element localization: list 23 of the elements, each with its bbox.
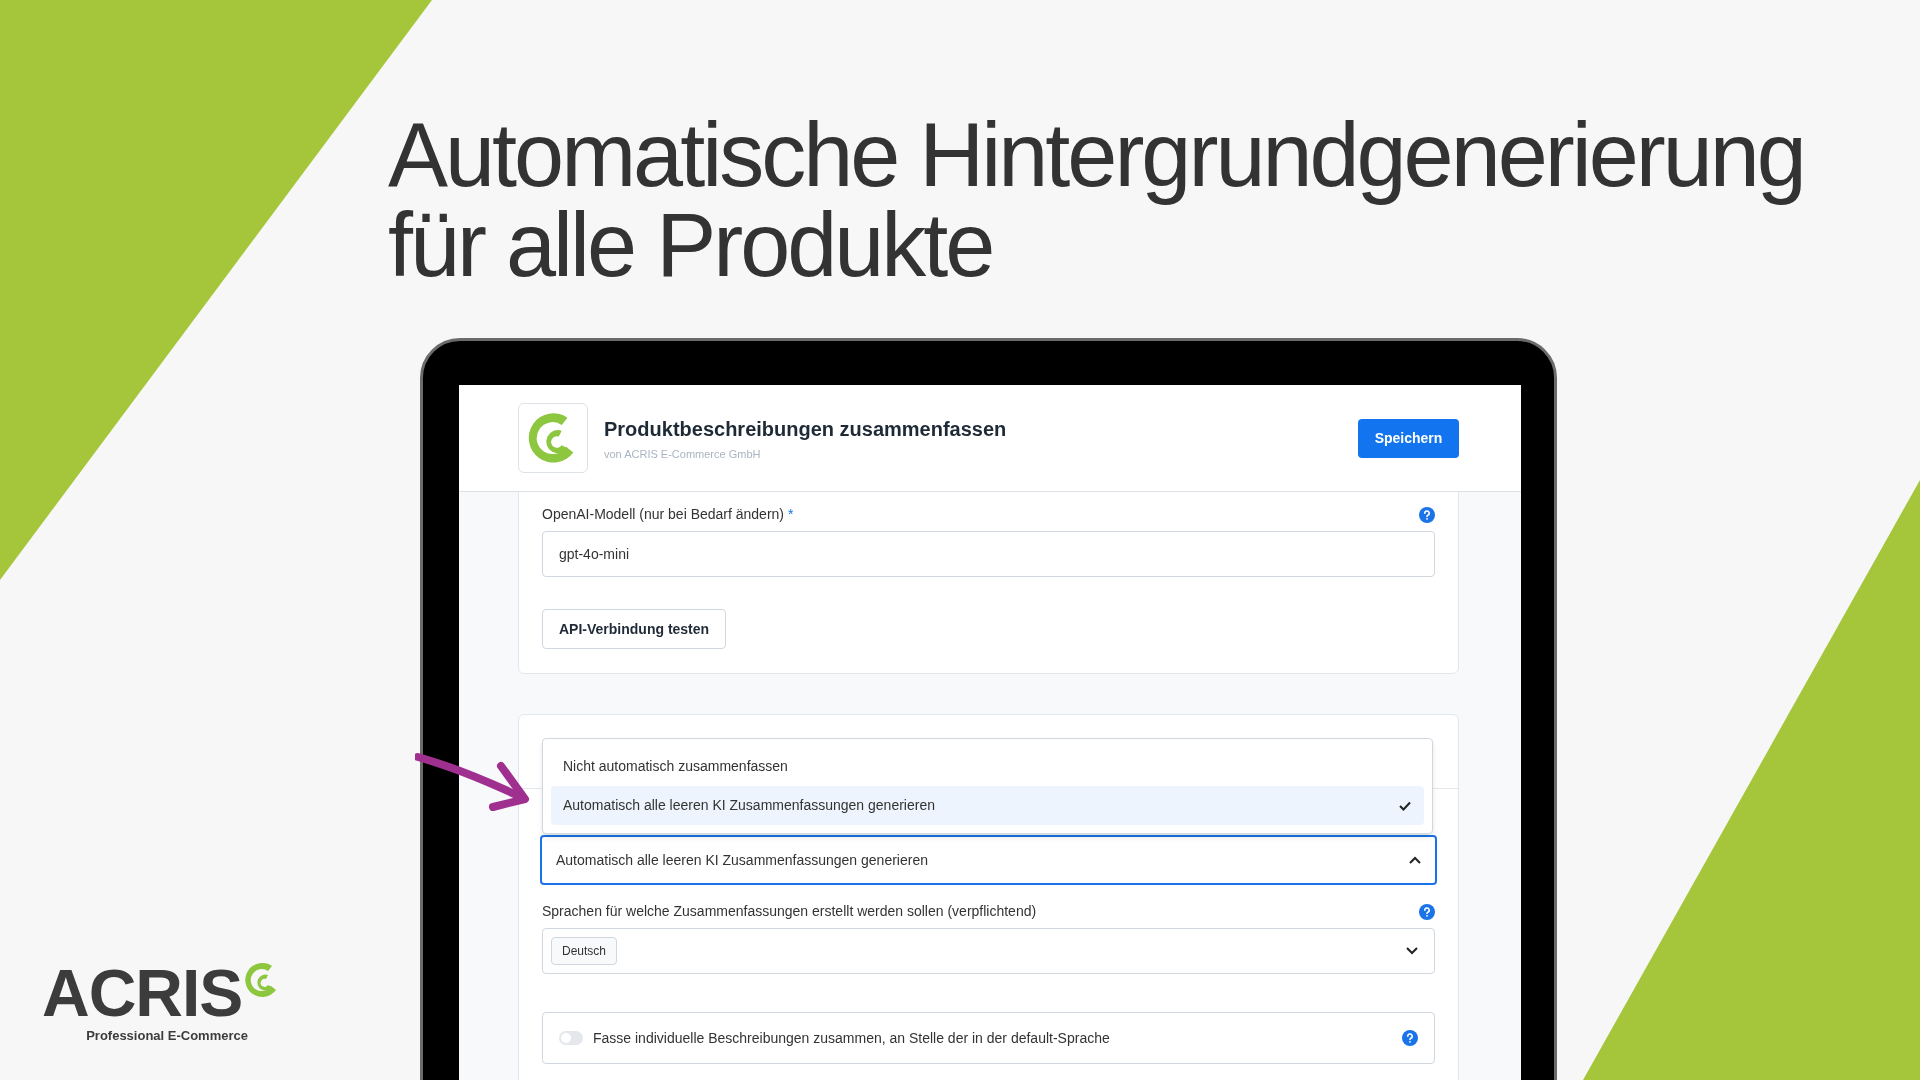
dropdown-option[interactable]: Automatisch alle leeren KI Zusammenfassungen generieren — [551, 786, 1424, 825]
required-mark: * — [788, 505, 794, 524]
toggle-label: Fasse individuelle Beschreibungen zusammen, an Stelle der in der default-Sprache — [593, 1028, 1111, 1048]
toggle-switch[interactable] — [559, 1031, 583, 1045]
field-label: OpenAI-Modell (nur bei Bedarf ändern) — [542, 505, 785, 524]
help-icon[interactable] — [1402, 1030, 1418, 1046]
brand-name: ACRIS — [42, 960, 243, 1026]
model-input[interactable]: gpt-4o-mini — [542, 531, 1435, 577]
chevron-down-icon — [1406, 947, 1418, 955]
save-button[interactable]: Speichern — [1358, 418, 1459, 458]
language-tag: Deutsch — [551, 937, 618, 965]
chevron-up-icon — [1409, 856, 1421, 864]
language-select[interactable]: Deutsch — [542, 928, 1435, 974]
help-icon[interactable] — [1419, 506, 1435, 523]
app-title: Produktbeschreibungen zusammenfassen — [604, 416, 1008, 442]
dropdown-option[interactable]: Nicht automatisch zusammenfassen — [551, 747, 1424, 786]
vendor-text: von ACRIS E-Commerce GmbH — [604, 446, 762, 462]
brand-tagline: Professional E-Commerce — [86, 1027, 248, 1045]
summary-select[interactable]: Automatisch alle leeren KI Zusammenfassungen generieren — [540, 835, 1437, 885]
help-icon[interactable] — [1419, 903, 1435, 920]
test-connection-button[interactable]: API-Verbindung testen — [542, 609, 727, 649]
headline: Automatische Hintergrundgenerierung für alle Produkte — [388, 110, 1805, 290]
field-label: Sprachen für welche Zusammenfassungen erstellt werden sollen (verpflichtend) — [542, 902, 1037, 921]
